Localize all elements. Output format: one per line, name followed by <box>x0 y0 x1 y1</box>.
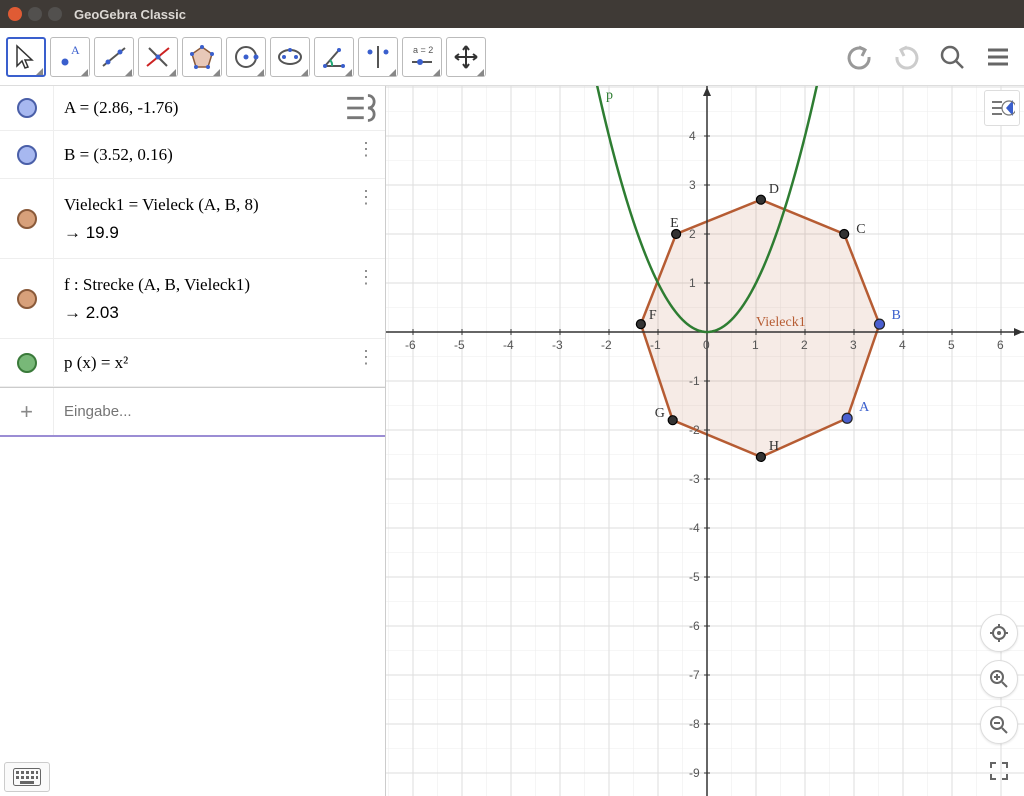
y-tick-label: -3 <box>689 472 700 486</box>
y-tick-label: 4 <box>689 129 696 143</box>
tool-point[interactable]: A <box>50 37 90 77</box>
graphics-view[interactable]: -6 -5 -4 -3 -2 -1 0 1 2 3 4 5 6 4 3 2 1 -1 -2 -3 -4 -5 -6 -7 -8 -… <box>386 86 1024 796</box>
x-tick-label: -4 <box>503 338 514 352</box>
algebra-input[interactable] <box>54 388 385 435</box>
y-tick-label: -7 <box>689 668 700 682</box>
point-label: F <box>649 308 657 324</box>
point-label: C <box>856 222 865 238</box>
zoom-out-button[interactable] <box>980 706 1018 744</box>
tool-slider[interactable]: a = 2 <box>402 37 442 77</box>
home-zoom-button[interactable] <box>980 614 1018 652</box>
point-label: E <box>670 216 679 232</box>
window-close-button[interactable] <box>8 7 22 21</box>
y-tick-label: -4 <box>689 521 700 535</box>
x-tick-label: 3 <box>850 338 857 352</box>
x-tick-label: 6 <box>997 338 1004 352</box>
y-tick-label: -5 <box>689 570 700 584</box>
algebra-expression: B = (3.52, 0.16) <box>64 145 375 165</box>
algebra-row[interactable]: p (x) = x² ⋮ <box>0 339 385 387</box>
algebra-expression: Vieleck1 = Vieleck (A, B, 8) <box>64 195 375 215</box>
tool-angle[interactable] <box>314 37 354 77</box>
menu-button[interactable] <box>978 37 1018 77</box>
algebra-row[interactable]: A = (2.86, -1.76) <box>0 86 385 131</box>
svg-text:A: A <box>71 43 80 57</box>
row-menu-icon[interactable]: ⋮ <box>357 347 375 368</box>
algebra-input-row: + <box>0 387 385 437</box>
main-area: A = (2.86, -1.76) B = (3.52, 0.16) ⋮ Vie… <box>0 86 1024 796</box>
point-label: B <box>891 308 900 324</box>
tool-conic[interactable] <box>270 37 310 77</box>
window-titlebar: GeoGebra Classic <box>0 0 1024 28</box>
tool-reflect[interactable] <box>358 37 398 77</box>
main-toolbar: A a = 2 <box>0 28 1024 86</box>
x-tick-label: 2 <box>801 338 808 352</box>
x-tick-label: 1 <box>752 338 759 352</box>
point-label: D <box>769 182 779 198</box>
point-label: A <box>859 400 869 416</box>
x-tick-label: -3 <box>552 338 563 352</box>
y-tick-label: 3 <box>689 178 696 192</box>
algebra-row[interactable]: f : Strecke (A, B, Vieleck1) → 2.03 ⋮ <box>0 259 385 339</box>
object-visibility-toggle[interactable] <box>0 259 54 338</box>
tool-pan[interactable] <box>446 37 486 77</box>
tool-circle[interactable] <box>226 37 266 77</box>
tool-polygon[interactable] <box>182 37 222 77</box>
graphics-zoom-controls <box>980 614 1018 790</box>
x-tick-label: -2 <box>601 338 612 352</box>
algebra-value: → 2.03 <box>64 303 375 323</box>
point-label: G <box>655 406 665 422</box>
window-title: GeoGebra Classic <box>74 7 186 22</box>
y-tick-label: -1 <box>689 374 700 388</box>
svg-text:a = 2: a = 2 <box>413 45 433 55</box>
y-tick-label: 1 <box>689 276 696 290</box>
x-tick-label: 0 <box>703 338 710 352</box>
x-tick-label: -6 <box>405 338 416 352</box>
tool-line[interactable] <box>94 37 134 77</box>
x-tick-label: -1 <box>650 338 661 352</box>
zoom-in-button[interactable] <box>980 660 1018 698</box>
tool-move[interactable] <box>6 37 46 77</box>
row-menu-icon[interactable]: ⋮ <box>357 267 375 288</box>
x-tick-label: 4 <box>899 338 906 352</box>
algebra-expression: A = (2.86, -1.76) <box>64 98 375 118</box>
object-visibility-toggle[interactable] <box>0 86 54 130</box>
tool-perpendicular[interactable] <box>138 37 178 77</box>
algebra-sort-button[interactable] <box>343 90 379 126</box>
window-maximize-button[interactable] <box>48 7 62 21</box>
object-visibility-toggle[interactable] <box>0 179 54 258</box>
point-label: H <box>769 439 779 455</box>
x-tick-label: -5 <box>454 338 465 352</box>
row-menu-icon[interactable]: ⋮ <box>357 187 375 208</box>
search-button[interactable] <box>932 37 972 77</box>
y-tick-label: -8 <box>689 717 700 731</box>
add-object-button[interactable]: + <box>0 388 54 435</box>
algebra-row[interactable]: B = (3.52, 0.16) ⋮ <box>0 131 385 179</box>
graphics-canvas[interactable] <box>386 86 1024 796</box>
redo-button[interactable] <box>886 37 926 77</box>
y-tick-label: -9 <box>689 766 700 780</box>
curve-label: p <box>606 88 613 104</box>
object-visibility-toggle[interactable] <box>0 339 54 386</box>
row-menu-icon[interactable]: ⋮ <box>357 139 375 160</box>
algebra-expression: f : Strecke (A, B, Vieleck1) <box>64 275 375 295</box>
y-tick-label: 2 <box>689 227 696 241</box>
virtual-keyboard-button[interactable] <box>4 762 50 792</box>
algebra-row[interactable]: Vieleck1 = Vieleck (A, B, 8) → 19.9 ⋮ <box>0 179 385 259</box>
algebra-view: A = (2.86, -1.76) B = (3.52, 0.16) ⋮ Vie… <box>0 86 386 796</box>
graphics-settings-button[interactable] <box>984 90 1020 126</box>
y-tick-label: -2 <box>689 423 700 437</box>
algebra-value: → 19.9 <box>64 223 375 243</box>
x-tick-label: 5 <box>948 338 955 352</box>
y-tick-label: -6 <box>689 619 700 633</box>
window-minimize-button[interactable] <box>28 7 42 21</box>
fullscreen-button[interactable] <box>980 752 1018 790</box>
object-visibility-toggle[interactable] <box>0 131 54 178</box>
polygon-label: Vieleck1 <box>756 315 806 331</box>
algebra-expression: p (x) = x² <box>64 353 375 373</box>
undo-button[interactable] <box>840 37 880 77</box>
